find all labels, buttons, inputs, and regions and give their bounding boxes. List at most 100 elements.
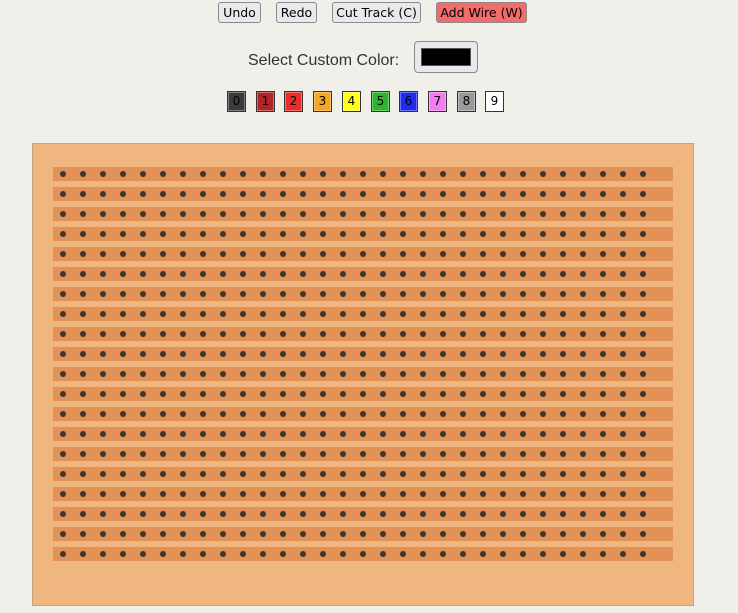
board-hole[interactable]: [520, 311, 526, 317]
board-hole[interactable]: [360, 511, 366, 517]
board-hole[interactable]: [400, 511, 406, 517]
board-hole[interactable]: [220, 551, 226, 557]
board-hole[interactable]: [600, 491, 606, 497]
board-hole[interactable]: [80, 471, 86, 477]
board-hole[interactable]: [620, 451, 626, 457]
board-hole[interactable]: [500, 331, 506, 337]
board-hole[interactable]: [260, 431, 266, 437]
board-hole[interactable]: [380, 391, 386, 397]
board-hole[interactable]: [540, 431, 546, 437]
board-hole[interactable]: [520, 171, 526, 177]
board-hole[interactable]: [340, 471, 346, 477]
board-hole[interactable]: [140, 311, 146, 317]
board-hole[interactable]: [200, 351, 206, 357]
board-hole[interactable]: [560, 171, 566, 177]
board-hole[interactable]: [640, 171, 646, 177]
board-hole[interactable]: [580, 371, 586, 377]
board-hole[interactable]: [420, 191, 426, 197]
board-hole[interactable]: [100, 451, 106, 457]
board-hole[interactable]: [180, 251, 186, 257]
board-hole[interactable]: [280, 391, 286, 397]
board-hole[interactable]: [600, 231, 606, 237]
board-hole[interactable]: [360, 531, 366, 537]
board-hole[interactable]: [100, 391, 106, 397]
palette-color-0[interactable]: 0: [227, 91, 246, 112]
board-hole[interactable]: [420, 431, 426, 437]
board-hole[interactable]: [340, 231, 346, 237]
board-hole[interactable]: [80, 251, 86, 257]
board-hole[interactable]: [560, 471, 566, 477]
board-hole[interactable]: [260, 331, 266, 337]
board-hole[interactable]: [140, 451, 146, 457]
board-hole[interactable]: [120, 471, 126, 477]
board-hole[interactable]: [260, 471, 266, 477]
board-hole[interactable]: [480, 171, 486, 177]
board-hole[interactable]: [220, 171, 226, 177]
board-hole[interactable]: [320, 191, 326, 197]
board-hole[interactable]: [180, 471, 186, 477]
board-hole[interactable]: [520, 211, 526, 217]
board-hole[interactable]: [180, 311, 186, 317]
board-hole[interactable]: [260, 511, 266, 517]
board-hole[interactable]: [420, 171, 426, 177]
board-hole[interactable]: [100, 371, 106, 377]
board-hole[interactable]: [140, 551, 146, 557]
board-hole[interactable]: [320, 331, 326, 337]
board-hole[interactable]: [500, 551, 506, 557]
board-hole[interactable]: [600, 531, 606, 537]
board-hole[interactable]: [560, 491, 566, 497]
board-hole[interactable]: [60, 291, 66, 297]
board-hole[interactable]: [480, 311, 486, 317]
board-hole[interactable]: [120, 171, 126, 177]
board-hole[interactable]: [420, 391, 426, 397]
board-hole[interactable]: [420, 211, 426, 217]
board-hole[interactable]: [600, 371, 606, 377]
board-hole[interactable]: [60, 331, 66, 337]
board-hole[interactable]: [420, 231, 426, 237]
board-hole[interactable]: [140, 471, 146, 477]
board-hole[interactable]: [460, 271, 466, 277]
palette-color-4[interactable]: 4: [342, 91, 361, 112]
board-hole[interactable]: [100, 231, 106, 237]
board-hole[interactable]: [400, 391, 406, 397]
board-hole[interactable]: [340, 351, 346, 357]
board-hole[interactable]: [420, 531, 426, 537]
board-hole[interactable]: [80, 291, 86, 297]
board-hole[interactable]: [500, 191, 506, 197]
board-hole[interactable]: [560, 211, 566, 217]
board-hole[interactable]: [160, 291, 166, 297]
board-hole[interactable]: [80, 191, 86, 197]
board-hole[interactable]: [400, 211, 406, 217]
board-hole[interactable]: [540, 371, 546, 377]
board-hole[interactable]: [560, 531, 566, 537]
board-hole[interactable]: [320, 411, 326, 417]
board-hole[interactable]: [120, 511, 126, 517]
board-hole[interactable]: [260, 311, 266, 317]
palette-color-8[interactable]: 8: [457, 91, 476, 112]
board-hole[interactable]: [140, 411, 146, 417]
board-hole[interactable]: [140, 351, 146, 357]
board-hole[interactable]: [620, 551, 626, 557]
board-hole[interactable]: [620, 331, 626, 337]
board-hole[interactable]: [120, 331, 126, 337]
board-hole[interactable]: [560, 191, 566, 197]
board-hole[interactable]: [560, 291, 566, 297]
board-hole[interactable]: [360, 451, 366, 457]
board-hole[interactable]: [160, 211, 166, 217]
board-hole[interactable]: [200, 551, 206, 557]
board-hole[interactable]: [200, 431, 206, 437]
board-hole[interactable]: [360, 491, 366, 497]
board-hole[interactable]: [420, 551, 426, 557]
board-hole[interactable]: [160, 351, 166, 357]
board-hole[interactable]: [600, 551, 606, 557]
board-hole[interactable]: [300, 231, 306, 237]
board-hole[interactable]: [500, 351, 506, 357]
board-hole[interactable]: [460, 491, 466, 497]
board-hole[interactable]: [360, 331, 366, 337]
board-hole[interactable]: [280, 211, 286, 217]
board-hole[interactable]: [520, 531, 526, 537]
board-hole[interactable]: [400, 331, 406, 337]
board-hole[interactable]: [640, 431, 646, 437]
cut-track-button[interactable]: Cut Track (C): [332, 2, 421, 23]
board-hole[interactable]: [580, 251, 586, 257]
